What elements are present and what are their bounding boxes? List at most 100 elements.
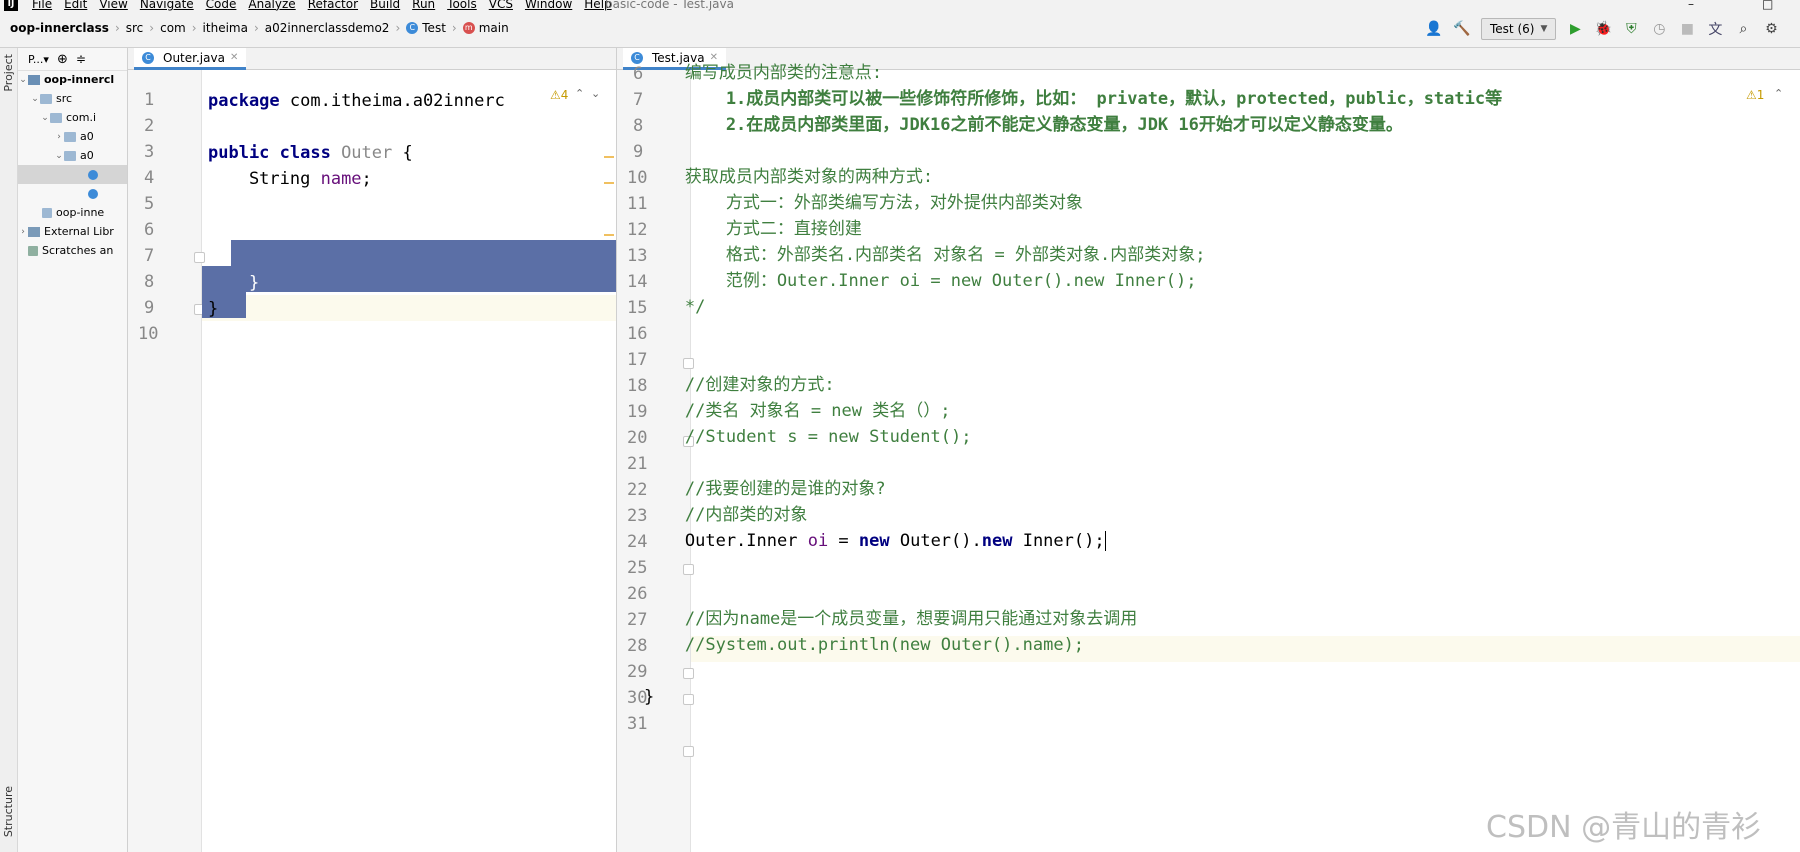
- scratches-icon: [28, 245, 38, 256]
- file-icon: [42, 207, 52, 218]
- code-line-6: 编写成员内部类的注意点:: [617, 63, 883, 83]
- error-stripe-marker[interactable]: [604, 234, 614, 236]
- error-stripe-marker[interactable]: [604, 156, 614, 158]
- tree-item-com[interactable]: ⌄ com.i: [18, 108, 127, 127]
- error-stripe-marker[interactable]: [604, 182, 614, 184]
- menu-item-view[interactable]: View: [99, 0, 127, 12]
- tab-outer-java[interactable]: C Outer.java ✕: [134, 48, 247, 70]
- fold-marker-icon[interactable]: [194, 252, 205, 263]
- java-class-icon: [88, 169, 98, 180]
- translate-icon[interactable]: 文: [1706, 20, 1724, 38]
- line-number: 4: [144, 168, 155, 188]
- breadcrumb-com[interactable]: com: [160, 21, 186, 35]
- tree-item-external-libraries[interactable]: › External Libr: [18, 222, 127, 241]
- run-configuration-select[interactable]: Test (6) ▼: [1481, 18, 1557, 40]
- breadcrumb-project[interactable]: oop-innerclass: [10, 21, 109, 35]
- tree-item-iml[interactable]: oop-inne: [18, 203, 127, 222]
- menu-bar: IJ File Edit View Navigate Code Analyze Refact…: [0, 0, 1800, 12]
- stop-icon[interactable]: ■: [1678, 20, 1696, 38]
- module-folder-icon: [28, 74, 40, 85]
- maximize-button[interactable]: □: [1762, 0, 1773, 12]
- menu-item-tools[interactable]: Tools: [447, 0, 477, 12]
- menu-item-analyze[interactable]: Analyze: [248, 0, 295, 12]
- code-line-23: //内部类的对象: [617, 505, 808, 525]
- run-icon[interactable]: ▶: [1566, 20, 1584, 38]
- collapse-all-icon[interactable]: ≑: [76, 52, 86, 66]
- code-line-9: }: [208, 299, 219, 319]
- breadcrumb-subpackage[interactable]: a02innerclassdemo2: [265, 21, 390, 35]
- fold-marker-icon[interactable]: [683, 668, 694, 679]
- code-line-15: */: [684, 297, 706, 317]
- menu-item-file[interactable]: File: [32, 0, 52, 12]
- menu-item-navigate[interactable]: Navigate: [140, 0, 194, 12]
- breadcrumb-itheima[interactable]: itheima: [203, 21, 248, 35]
- project-tool-window-button[interactable]: Project: [2, 54, 15, 92]
- editor-tab-bar: C Outer.java ✕: [128, 48, 616, 70]
- intellij-logo-icon: IJ: [4, 0, 18, 11]
- line-number: 8: [144, 272, 155, 292]
- menu-item-window[interactable]: Window: [525, 0, 572, 12]
- code-line-28: //System.out.println(new Outer().name);: [617, 635, 1085, 655]
- minimize-button[interactable]: –: [1688, 0, 1694, 12]
- chevron-up-icon[interactable]: ⌃: [1774, 87, 1783, 100]
- tree-item-package-a01[interactable]: › a0: [18, 127, 127, 146]
- tree-item-outer[interactable]: [18, 165, 127, 184]
- tree-item-scratches[interactable]: Scratches an: [18, 241, 127, 260]
- breadcrumb-src[interactable]: src: [126, 21, 144, 35]
- editor-test-java: C Test.java ✕ 6 7 8 9 10 11 12 13 14 15 16 17 18 19 20…: [617, 48, 1800, 852]
- debug-bug-icon[interactable]: 🐞: [1594, 20, 1612, 38]
- warning-count-badge[interactable]: ⚠4: [550, 88, 568, 102]
- line-number-gutter: 1 2 3 4 5 6 7 8 9 10: [128, 70, 205, 852]
- code-line-18: //创建对象的方式:: [617, 375, 835, 395]
- search-icon[interactable]: ⌕: [1734, 20, 1752, 38]
- project-panel: P...▾ ⊕ ≑ ⌄ oop-innercl ⌄ src ⌄ com.i › a0 ⌄…: [18, 48, 128, 852]
- code-line-30: }: [643, 687, 655, 707]
- menu-item-refactor[interactable]: Refactor: [308, 0, 358, 12]
- text-caret: [1104, 531, 1106, 551]
- menu-item-edit[interactable]: Edit: [64, 0, 87, 12]
- editor-content[interactable]: 6 7 8 9 10 11 12 13 14 15 16 17 18 19 20 21 22 23 24 25 26 27…: [617, 63, 1800, 852]
- tree-item-package-a02[interactable]: ⌄ a0: [18, 146, 127, 165]
- fold-marker-icon[interactable]: [683, 746, 694, 757]
- code-line-8: 2.在成员内部类里面，JDK16之前不能定义静态变量，JDK 16开始才可以定义…: [617, 115, 1403, 135]
- line-number: 7: [144, 246, 155, 266]
- user-icon[interactable]: 👤: [1425, 20, 1443, 38]
- project-view-select[interactable]: P...▾: [28, 53, 49, 66]
- breadcrumb-class[interactable]: C Test: [406, 21, 446, 35]
- editor-content[interactable]: 1 2 3 4 5 6 7 8 9 10 package com.itheima.a02inner…: [128, 70, 616, 852]
- toolbar: 👤 🔨 Test (6) ▼ ▶ 🐞 ⛨ ◷ ■ 文 ⌕ ⚙: [1425, 18, 1780, 40]
- code-line-14: 范例：Outer.Inner oi = new Outer().new Inne…: [617, 271, 1197, 291]
- fold-marker-icon[interactable]: [683, 694, 694, 705]
- warning-count-badge[interactable]: ⚠1: [1746, 88, 1764, 102]
- profile-icon[interactable]: ◷: [1650, 20, 1668, 38]
- class-icon: C: [406, 22, 419, 34]
- chevron-down-icon: ▼: [1540, 24, 1548, 34]
- fold-marker-icon[interactable]: [683, 358, 694, 369]
- fold-marker-icon[interactable]: [683, 564, 694, 575]
- navigation-bar: oop-innerclass › src › com › itheima › a02in…: [0, 12, 1800, 48]
- code-line-13: 格式：外部类名.内部类名 对象名 = 外部类对象.内部类对象;: [617, 245, 1206, 265]
- coverage-icon[interactable]: ⛨: [1622, 20, 1640, 38]
- structure-tool-window-button[interactable]: Structure: [2, 786, 15, 837]
- build-hammer-icon[interactable]: 🔨: [1453, 20, 1471, 38]
- menu-item-vcs[interactable]: VCS: [489, 0, 513, 12]
- tree-item-module[interactable]: ⌄ oop-innercl: [18, 70, 127, 89]
- project-panel-header: P...▾ ⊕ ≑: [18, 48, 127, 71]
- locate-icon[interactable]: ⊕: [57, 52, 68, 67]
- settings-gear-icon[interactable]: ⚙: [1762, 20, 1780, 38]
- menu-item-run[interactable]: Run: [412, 0, 435, 12]
- chevron-down-icon[interactable]: ⌄: [591, 87, 600, 100]
- code-line-6: class Inner{: [208, 221, 372, 241]
- code-line-11: 方式一：外部类编写方法，对外提供内部类对象: [617, 193, 1083, 213]
- close-tab-icon[interactable]: ✕: [230, 52, 238, 63]
- tree-item-test[interactable]: [18, 184, 127, 203]
- line-number: 25: [627, 558, 648, 578]
- current-line-highlight: [202, 295, 616, 321]
- menu-item-build[interactable]: Build: [370, 0, 400, 12]
- menu-item-code[interactable]: Code: [206, 0, 237, 12]
- code-line-3: public class Outer {: [208, 143, 413, 163]
- breadcrumb-method[interactable]: m main: [462, 21, 509, 35]
- chevron-up-icon[interactable]: ⌃: [575, 87, 584, 100]
- code-line-7: 1.成员内部类可以被一些修饰符所修饰，比如： private，默认，protec…: [617, 89, 1503, 109]
- tree-item-src[interactable]: ⌄ src: [18, 89, 127, 108]
